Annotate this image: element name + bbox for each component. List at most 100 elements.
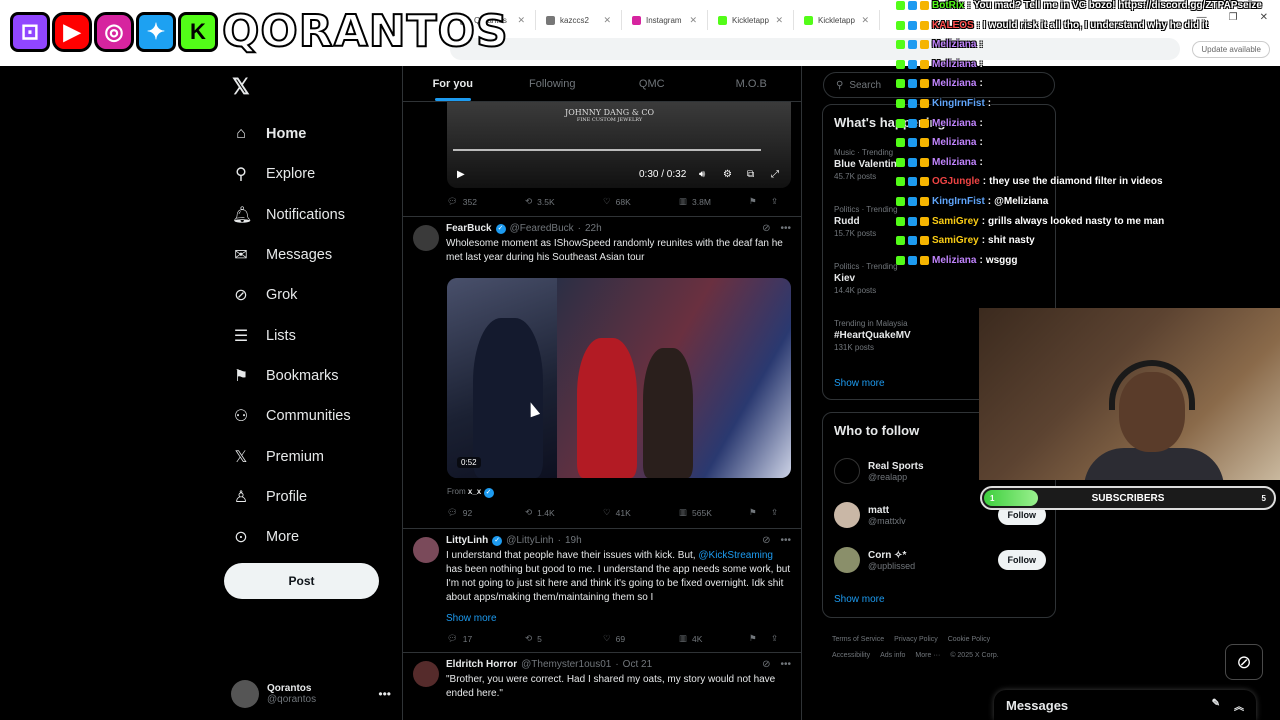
footer-link[interactable]: Accessibility — [832, 652, 870, 659]
tweet[interactable]: FearBuck ✓ @FearedBuck · 22h ⊘ ••• Wholes… — [403, 217, 801, 529]
volume-icon[interactable]: 🔊︎ — [699, 169, 705, 180]
reply-button[interactable]: 💬︎ 17 — [447, 633, 525, 644]
grok-fab-icon[interactable]: ⊘ — [1225, 644, 1263, 680]
footer-link[interactable]: More ··· — [915, 652, 940, 659]
share-icon[interactable]: ⇪ — [771, 507, 778, 518]
browser-tab[interactable]: Kickletapp ✕ — [708, 10, 794, 30]
post-button[interactable]: Post — [224, 563, 379, 599]
show-more-link[interactable]: Show more — [446, 613, 497, 624]
author-name[interactable]: LittyLinh — [446, 535, 488, 546]
from-user[interactable]: x_x — [468, 487, 481, 496]
bookmark-icon[interactable]: ⚑ — [749, 633, 771, 644]
nav-notifications[interactable]: 🔔︎ Notifications — [224, 195, 394, 235]
avatar[interactable] — [413, 225, 439, 251]
play-icon[interactable]: ▶ — [457, 169, 465, 180]
tweet-time[interactable]: Oct 21 — [623, 659, 652, 670]
nav-home[interactable]: ⌂ Home — [224, 114, 394, 154]
views-button[interactable]: ▥ 565K — [679, 507, 749, 518]
tab-for-you[interactable]: For you — [403, 66, 503, 101]
more-dots-icon[interactable]: ••• — [780, 535, 791, 546]
nav-premium[interactable]: 𝕏 Premium — [224, 436, 394, 476]
tab-qmc[interactable]: QMC — [602, 66, 702, 101]
author-handle[interactable]: @FearedBuck — [510, 223, 574, 234]
repost-button[interactable]: ⟲ 3.5K — [525, 196, 603, 207]
browser-tab[interactable]: Kickletapp ✕ — [794, 10, 880, 30]
pip-icon[interactable]: ⧉ — [747, 169, 754, 180]
more-dots-icon[interactable]: ••• — [780, 223, 791, 234]
close-icon[interactable]: ✕ — [517, 15, 525, 26]
grok-icon[interactable]: ⊘ — [762, 535, 770, 546]
bookmark-icon[interactable]: ⚑ — [749, 507, 771, 518]
tab-following[interactable]: Following — [503, 66, 603, 101]
show-more-link[interactable]: Show more — [834, 378, 885, 389]
settings-icon[interactable]: ⚙ — [723, 169, 732, 180]
show-more-link[interactable]: Show more — [834, 594, 885, 605]
crown-badge-icon — [920, 197, 929, 206]
close-icon[interactable]: ✕ — [603, 15, 611, 26]
nav-more[interactable]: ⊙ More — [224, 517, 394, 557]
mention-link[interactable]: @KickStreaming — [698, 550, 773, 561]
share-icon[interactable]: ⇪ — [771, 633, 778, 644]
avatar[interactable] — [413, 661, 439, 687]
nav-explore[interactable]: ⚲ Explore — [224, 154, 394, 194]
footer-links: Terms of Service Privacy Policy Cookie Pol… — [832, 632, 1062, 664]
author-handle[interactable]: @Themyster1ous01 — [521, 659, 611, 670]
author-name[interactable]: Eldritch Horror — [446, 659, 517, 670]
nav-messages[interactable]: ✉ Messages — [224, 235, 394, 275]
tab-mob[interactable]: M.O.B — [702, 66, 802, 101]
nav-profile[interactable]: ♙ Profile — [224, 477, 394, 517]
nav-lists[interactable]: ☰ Lists — [224, 315, 394, 355]
tweet-time[interactable]: 19h — [565, 535, 582, 546]
fullscreen-icon[interactable]: ⤢ — [771, 169, 779, 180]
video-player[interactable]: JOHNNY DANG & CO FINE CUSTOM JEWELRY ▶ 0:… — [447, 102, 791, 188]
like-button[interactable]: ♡ 69 — [603, 633, 679, 644]
footer-link[interactable]: Ads info — [880, 652, 905, 659]
account-switcher[interactable]: Qorantos @qorantos ••• — [231, 680, 391, 708]
footer-link[interactable]: Cookie Policy — [948, 636, 990, 643]
compose-icon[interactable]: ✎ — [1212, 698, 1220, 713]
more-dots-icon[interactable]: ••• — [378, 687, 391, 701]
browser-tab[interactable]: Instagram ✕ — [622, 10, 708, 30]
tweet[interactable]: Eldritch Horror @Themyster1ous01 · Oct 2… — [403, 653, 801, 720]
expand-icon[interactable]: ︽ — [1234, 698, 1244, 713]
trend-item[interactable]: Music · Trending Blue Valentine 45.7K post… — [834, 147, 902, 183]
trend-item[interactable]: Politics · Trending Rudd 15.7K posts — [834, 204, 898, 240]
reply-button[interactable]: 💬︎ 92 — [447, 507, 525, 518]
browser-tab[interactable]: kazccs2 ✕ — [536, 10, 622, 30]
more-dots-icon[interactable]: ••• — [780, 659, 791, 670]
trend-item[interactable]: Politics · Trending Kiev 14.4K posts — [834, 261, 898, 297]
grok-icon[interactable]: ⊘ — [762, 659, 770, 670]
views-button[interactable]: ▥ 4K — [679, 633, 749, 644]
reply-button[interactable]: 💬︎ 352 — [447, 196, 525, 207]
author-handle[interactable]: @LittyLinh — [506, 535, 553, 546]
nav-communities[interactable]: ⚇ Communities — [224, 396, 394, 436]
messages-dock[interactable]: Messages ✎ ︽ — [994, 690, 1256, 720]
follow-suggestion[interactable]: Corn ✧* @upblissed Follow — [834, 544, 1046, 576]
x-logo-icon[interactable]: 𝕏 — [232, 74, 394, 100]
avatar[interactable] — [413, 537, 439, 563]
close-icon[interactable]: ✕ — [689, 15, 697, 26]
repost-button[interactable]: ⟲ 5 — [525, 633, 603, 644]
tweet[interactable]: LittyLinh ✓ @LittyLinh · 19h ⊘ ••• I unde… — [403, 529, 801, 653]
grok-icon[interactable]: ⊘ — [762, 223, 770, 234]
like-button[interactable]: ♡ 68K — [603, 196, 679, 207]
follow-button[interactable]: Follow — [997, 550, 1046, 570]
tweet-video[interactable]: 0:52 — [447, 278, 791, 478]
tweet-time[interactable]: 22h — [585, 223, 602, 234]
subscriber-goal: 5 — [1261, 493, 1266, 503]
nav-grok[interactable]: ⊘ Grok — [224, 275, 394, 315]
repost-button[interactable]: ⟲ 1.4K — [525, 507, 603, 518]
trend-item[interactable]: Trending in Malaysia #HeartQuakeMV 131K po… — [834, 318, 911, 354]
bookmark-icon[interactable]: ⚑ — [749, 196, 771, 207]
chat-message: KALEOS: I would risk it all tho, I unders… — [896, 16, 1208, 35]
like-button[interactable]: ♡ 41K — [603, 507, 679, 518]
share-icon[interactable]: ⇪ — [771, 196, 778, 207]
author-name[interactable]: FearBuck — [446, 223, 492, 234]
footer-link[interactable]: Terms of Service — [832, 636, 884, 643]
footer-link[interactable]: Privacy Policy — [894, 636, 938, 643]
views-button[interactable]: ▥ 3.8M — [679, 196, 749, 207]
close-icon[interactable]: ✕ — [861, 15, 869, 26]
nav-bookmarks[interactable]: ⚑ Bookmarks — [224, 356, 394, 396]
video-progress-bar[interactable] — [453, 149, 761, 151]
close-icon[interactable]: ✕ — [775, 15, 783, 26]
